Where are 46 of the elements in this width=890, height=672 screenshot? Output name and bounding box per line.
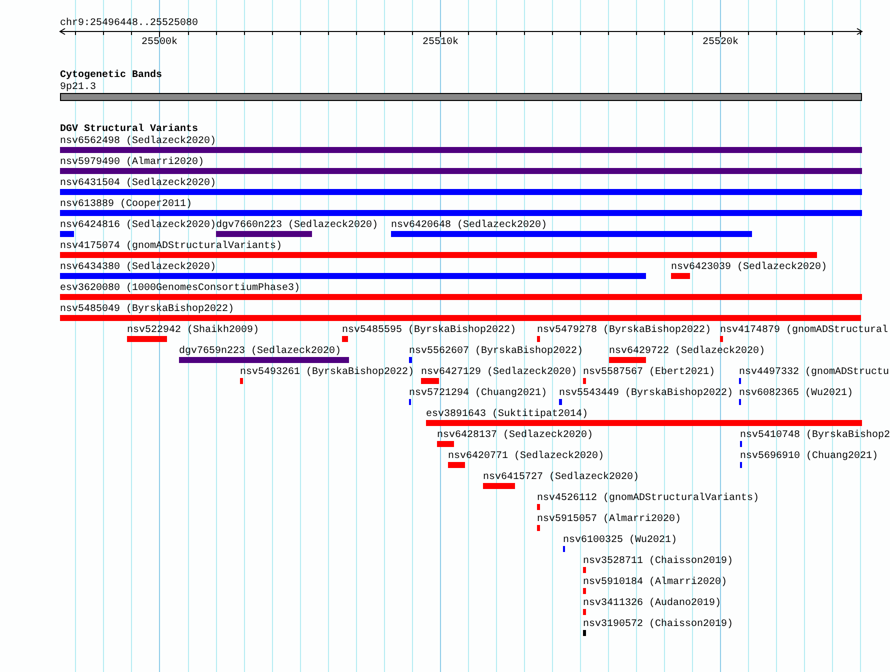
variant-label: nsv6423039 (Sedlazeck2020) xyxy=(671,262,828,273)
variant-label: nsv6420648 (Sedlazeck2020) xyxy=(391,220,548,231)
variant-label: nsv5485595 (ByrskaBishop2022) xyxy=(342,325,516,336)
variant-label: nsv5479278 (ByrskaBishop2022) xyxy=(537,325,712,336)
variant-label: nsv5979490 (Almarri2020) xyxy=(60,157,204,168)
variant-label: nsv6429722 (Sedlazeck2020) xyxy=(609,346,766,357)
variant-label: nsv5543449 (ByrskaBishop2022) xyxy=(559,388,734,399)
variant-label: nsv5410748 (ByrskaBishop2 xyxy=(740,430,890,441)
coordinate-range: chr9:25496448..25525080 xyxy=(60,18,198,29)
variant-label: nsv522942 (Shaikh2009) xyxy=(127,325,260,336)
variant-label: nsv5587567 (Ebert2021) xyxy=(583,367,716,378)
variant-label: nsv6562498 (Sedlazeck2020) xyxy=(60,136,216,147)
variant-label: esv3891643 (Suktitipat2014) xyxy=(426,409,588,420)
variant-label: dgv7660n223 (Sedlazeck2020) xyxy=(216,220,378,231)
variant-label: nsv6427129 (Sedlazeck2020) xyxy=(421,367,578,378)
variant-label: nsv5915057 (Almarri2020) xyxy=(537,514,682,525)
variant-label: nsv6431504 (Sedlazeck2020) xyxy=(60,178,216,189)
variant-label: nsv5721294 (Chuang2021) xyxy=(409,388,548,399)
tick-label: 25520k xyxy=(702,37,738,48)
variant-label: nsv6424816 (Sedlazeck2020) xyxy=(60,220,216,231)
variant-label: nsv3411326 (Audano2019) xyxy=(583,598,722,609)
variant-label: nsv4497332 (gnomADStructu xyxy=(739,367,890,378)
variant-label: nsv6420771 (Sedlazeck2020) xyxy=(448,451,604,462)
variant-label: nsv4175074 (gnomADStructuralVariants) xyxy=(60,241,282,252)
variant-label: nsv5696910 (Chuang2021) xyxy=(740,451,878,462)
variant-label: dgv7659n223 (Sedlazeck2020) xyxy=(179,346,342,357)
variant-label: nsv6434380 (Sedlazeck2020) xyxy=(60,262,216,273)
variant-label: nsv6428137 (Sedlazeck2020) xyxy=(437,430,594,441)
tick-label: 25500k xyxy=(142,37,178,48)
variant-label: nsv5562607 (ByrskaBishop2022) xyxy=(409,346,584,357)
variant-label: nsv3190572 (Chaisson2019) xyxy=(583,619,734,630)
variant-label: nsv4174879 (gnomADStructural xyxy=(720,325,888,336)
variant-label: nsv4526112 (gnomADStructuralVariants) xyxy=(537,493,760,504)
variant-label: nsv5910184 (Almarri2020) xyxy=(583,577,728,588)
variant-label: esv3620080 (1000GenomesConsortiumPhase3) xyxy=(60,283,300,294)
variant-label: nsv6415727 (Sedlazeck2020) xyxy=(483,472,640,483)
variant-label: nsv5493261 (ByrskaBishop2022) xyxy=(240,367,414,378)
variant-label: nsv6100325 (Wu2021) xyxy=(563,535,678,546)
track-title: Cytogenetic Bands xyxy=(60,70,162,81)
band-label: 9p21.3 xyxy=(60,82,96,93)
variant-label: nsv5485049 (ByrskaBishop2022) xyxy=(60,304,234,315)
track-title: DGV Structural Variants xyxy=(60,124,198,135)
tick-label: 25510k xyxy=(422,37,458,48)
variant-label: nsv3528711 (Chaisson2019) xyxy=(583,556,734,567)
variant-label: nsv6082365 (Wu2021) xyxy=(739,388,854,399)
variant-label: nsv613889 (Cooper2011) xyxy=(60,199,192,210)
